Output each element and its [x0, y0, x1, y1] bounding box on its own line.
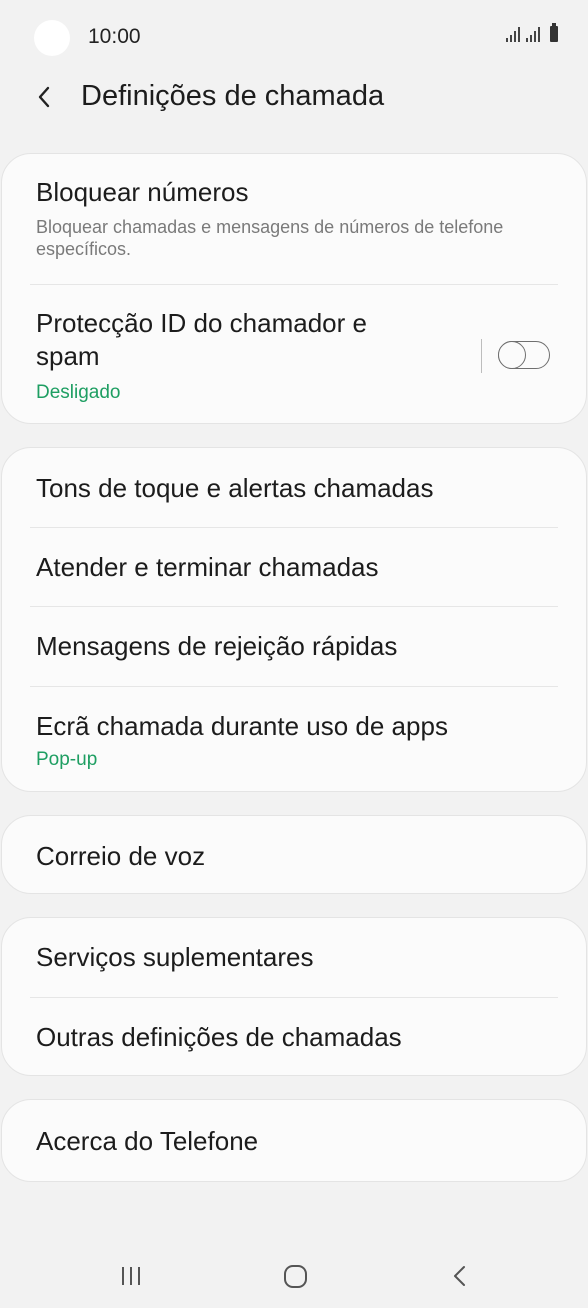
services-card: Serviços suplementares Outras definições… — [1, 917, 587, 1076]
quick-decline-messages-label: Mensagens de rejeição rápidas — [36, 631, 398, 661]
signal-icon — [526, 26, 540, 42]
voicemail-label: Correio de voz — [36, 841, 206, 871]
status-time: 10:00 — [88, 25, 141, 48]
ringtones-alerts-label: Tons de toque e alertas chamadas — [36, 473, 434, 503]
call-settings-card: Tons de toque e alertas chamadas Atender… — [1, 447, 587, 792]
about-phone-item[interactable]: Acerca do Telefone — [2, 1100, 586, 1181]
signal-icon — [506, 26, 520, 42]
voicemail-item[interactable]: Correio de voz — [2, 816, 586, 893]
recent-apps-icon[interactable] — [112, 1256, 152, 1296]
app-bar: Definições de chamada — [0, 70, 588, 126]
status-icons — [506, 23, 558, 42]
supplementary-services-label: Serviços suplementares — [36, 942, 314, 972]
call-display-value: Pop-up — [36, 749, 98, 770]
answer-end-calls-label: Atender e terminar chamadas — [36, 552, 379, 582]
back-icon[interactable] — [440, 1256, 480, 1296]
call-display-item[interactable]: Ecrã chamada durante uso de apps Pop-up — [2, 687, 586, 791]
caller-id-spam-toggle[interactable] — [498, 341, 552, 371]
page-title: Definições de chamada — [81, 80, 385, 112]
ringtones-alerts-item[interactable]: Tons de toque e alertas chamadas — [2, 448, 586, 527]
caller-id-spam-status: Desligado — [36, 382, 121, 403]
caller-id-spam-label-line1: Protecção ID do chamador e — [36, 308, 367, 338]
home-icon[interactable] — [275, 1256, 315, 1296]
quick-decline-messages-item[interactable]: Mensagens de rejeição rápidas — [2, 607, 586, 686]
block-numbers-description: Bloquear chamadas e mensagens de números… — [36, 217, 504, 259]
toggle-knob — [498, 341, 526, 369]
supplementary-services-item[interactable]: Serviços suplementares — [2, 918, 586, 997]
caller-id-spam-label-line2: spam — [36, 341, 100, 371]
battery-icon — [550, 23, 558, 42]
status-bar: 10:00 — [0, 0, 588, 78]
other-call-settings-label: Outras definições de chamadas — [36, 1022, 402, 1052]
block-numbers-item[interactable]: Bloquear números Bloquear chamadas e men… — [2, 154, 586, 284]
answer-end-calls-item[interactable]: Atender e terminar chamadas — [2, 528, 586, 606]
switch-divider — [481, 339, 482, 373]
screen: 10:00 Definições de chamada Bloquear núm… — [0, 0, 588, 1308]
about-card: Acerca do Telefone — [1, 1099, 587, 1182]
blocking-card: Bloquear números Bloquear chamadas e men… — [1, 153, 587, 424]
about-phone-label: Acerca do Telefone — [36, 1126, 259, 1156]
block-numbers-label: Bloquear números — [36, 177, 249, 207]
chevron-left-icon[interactable] — [34, 82, 56, 112]
other-call-settings-item[interactable]: Outras definições de chamadas — [2, 998, 586, 1075]
navigation-bar — [0, 1236, 588, 1308]
call-display-label: Ecrã chamada durante uso de apps — [36, 711, 448, 741]
front-camera-cutout — [34, 20, 70, 56]
voicemail-card: Correio de voz — [1, 815, 587, 894]
caller-id-spam-item[interactable]: Protecção ID do chamador e spam Desligad… — [2, 285, 586, 423]
